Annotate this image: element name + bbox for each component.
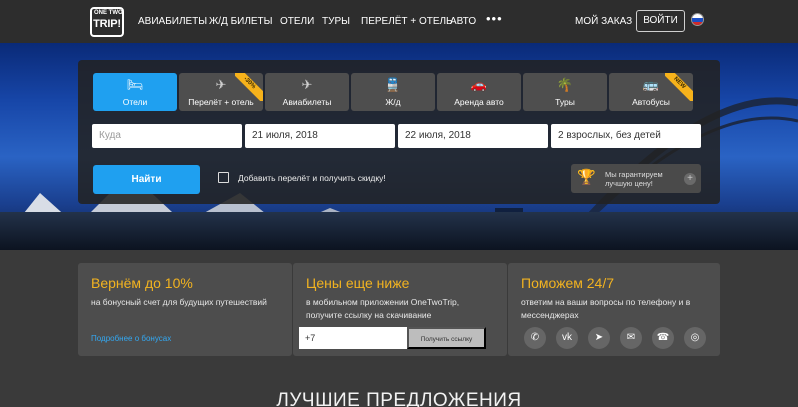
get-link-button[interactable]: Получить ссылку [407,327,486,349]
car-icon: 🚗 [470,77,488,92]
hero-banner: 🛏 Отели ✈ Перелёт + отель -30% ✈ Авиабил… [0,43,798,250]
add-flight-label[interactable]: Добавить перелёт и получить скидку! [238,173,386,183]
discount-badge: -30% [235,73,263,101]
trophy-icon: 🏆 [577,169,596,186]
bed-icon: 🛏 [126,77,144,92]
phone-input[interactable] [299,327,407,349]
viber-icon[interactable]: ☎ [652,327,674,349]
checkout-date-field[interactable]: 22 июля, 2018 [398,124,548,148]
russian-flag-icon[interactable] [691,13,704,26]
vk-icon[interactable]: vk [556,327,578,349]
phone-icon[interactable]: ✆ [524,327,546,349]
nav-cars[interactable]: АВТО [450,16,476,27]
new-badge: NEW [665,73,693,101]
bonus-details-link[interactable]: Подробнее о бонусах [91,334,171,343]
messenger-icons: ✆ vk ➤ ✉ ☎ ◎ [522,327,712,349]
nav-hotels[interactable]: ОТЕЛИ [280,16,314,27]
tab-label: Аренда авто [454,97,504,107]
tab-hotels[interactable]: 🛏 Отели [93,73,177,111]
tab-car-rental[interactable]: 🚗 Аренда авто [437,73,521,111]
whatsapp-icon[interactable]: ◎ [684,327,706,349]
best-offers-heading: ЛУЧШИЕ ПРЕДЛОЖЕНИЯ [276,390,522,407]
app-title: Цены еще ниже [306,275,410,291]
guests-field[interactable]: 2 взрослых, без детей [551,124,701,148]
tab-buses[interactable]: 🚌 Автобусы NEW [609,73,693,111]
tab-label: Ж/д [385,97,401,107]
bonus-text: на бонусный счет для будущих путешествий [91,297,267,307]
tab-trains[interactable]: 🚆 Ж/д [351,73,435,111]
checkin-date-field[interactable]: 21 июля, 2018 [245,124,395,148]
tab-flight-hotel[interactable]: ✈ Перелёт + отель -30% [179,73,263,111]
plane-icon: ✈ [301,77,313,92]
plus-icon[interactable]: + [684,173,696,185]
find-button[interactable]: Найти [93,165,200,194]
telegram-icon[interactable]: ➤ [588,327,610,349]
nav-tours[interactable]: ТУРЫ [322,16,350,27]
app-text: в мобильном приложении OneTwoTrip, получ… [306,297,460,320]
nav-train-tickets[interactable]: Ж/Д БИЛЕТЫ [209,16,273,27]
onetwotrip-logo[interactable]: ONE TWO TRIP! [90,7,124,37]
search-panel: 🛏 Отели ✈ Перелёт + отель -30% ✈ Авиабил… [78,60,720,204]
logo-main-text: TRIP! [93,18,121,30]
nav-flights[interactable]: АВИАБИЛЕТЫ [138,16,207,27]
tab-label: Туры [555,97,575,107]
palm-icon: 🌴 [556,77,574,92]
nav-flight-hotel[interactable]: ПЕРЕЛЁТ + ОТЕЛЬ [361,16,453,27]
tab-flights[interactable]: ✈ Авиабилеты [265,73,349,111]
app-promo-card: Цены еще ниже в мобильном приложении One… [293,263,507,356]
bonus-title: Вернём до 10% [91,275,193,291]
guarantee-text: Мы гарантируем лучшую цену! [605,170,663,188]
top-navigation: ONE TWO TRIP! АВИАБИЛЕТЫ Ж/Д БИЛЕТЫ ОТЕЛ… [0,0,798,43]
tab-tours[interactable]: 🌴 Туры [523,73,607,111]
train-icon: 🚆 [384,77,402,92]
support-text: ответим на ваши вопросы по телефону и в … [521,297,691,320]
destination-input[interactable] [92,124,242,148]
add-flight-checkbox[interactable] [218,172,229,183]
login-button[interactable]: ВОЙТИ [636,10,685,32]
more-menu-icon[interactable]: ••• [486,11,503,26]
bonus-promo-card: Вернём до 10% на бонусный счет для будущ… [78,263,292,356]
logo-top-text: ONE TWO [94,10,123,16]
tab-label: Авиабилеты [282,97,332,107]
tab-label: Отели [122,97,148,107]
my-order-link[interactable]: МОЙ ЗАКАЗ [575,16,632,27]
support-promo-card: Поможем 24/7 ответим на ваши вопросы по … [508,263,720,356]
best-price-guarantee[interactable]: 🏆 Мы гарантируем лучшую цену! + [571,164,701,193]
messenger-icon[interactable]: ✉ [620,327,642,349]
waterfront [0,212,798,250]
support-title: Поможем 24/7 [521,275,615,291]
